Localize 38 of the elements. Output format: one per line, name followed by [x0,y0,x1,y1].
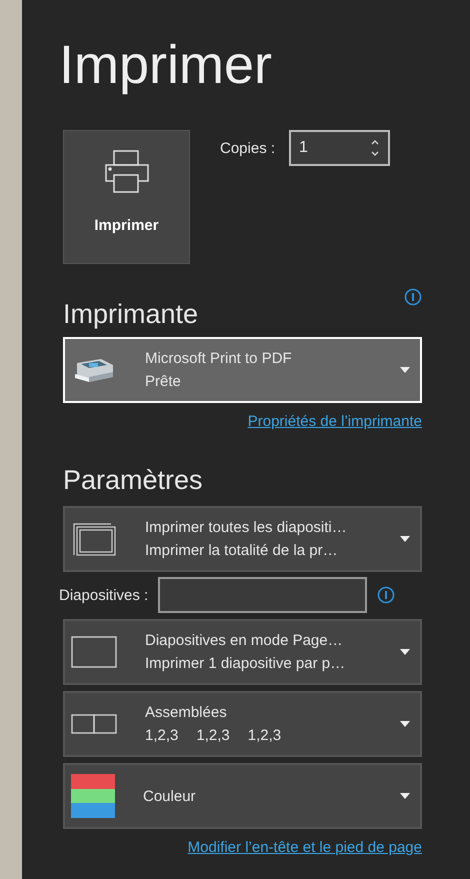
caret-icon [400,649,410,655]
collation-order-text: 1,2,3 [248,727,282,744]
caret-icon [400,721,410,727]
page-title: Imprimer [59,34,273,97]
print-button[interactable]: Imprimer [63,130,190,264]
section-heading: Imprimante [63,298,198,331]
settings-dropdown[interactable]: Imprimer toutes les diapositi… Imprimer la totalité de la pr… [63,506,422,572]
dropdown-text: Assemblées [145,704,228,721]
section-heading: Paramètres [63,464,204,497]
dropdown-text: Imprimer toutes les diapositi… [145,519,348,536]
printer-properties-link[interactable]: Propriétés de l’imprimante [248,413,422,430]
slide-icon [71,636,117,668]
caret-icon [400,367,410,373]
settings-dropdown[interactable]: Couleur [63,763,422,829]
collated-pages-icon [71,714,117,734]
copies-label: Copies : [220,140,276,156]
header-footer-link[interactable]: Modifier l’en-tête et le pied de page [188,839,422,856]
slides-input-field[interactable] [158,577,368,613]
copies-field[interactable]: 1 [289,130,390,166]
dropdown-text: Prête [145,373,182,390]
caret-icon [400,793,410,799]
info-icon[interactable] [377,586,396,604]
dropdown-text: Imprimer la totalité de la pr… [145,542,339,559]
color-icon [71,774,115,818]
slides-label: Diapositives : [59,586,148,604]
printer-dropdown[interactable]: Microsoft Print to PDF Prête [63,337,422,403]
settings-dropdown[interactable]: Assemblées 1,2,3 1,2,3 1,2,3 [63,691,422,757]
settings-dropdown[interactable]: Diapositives en mode Page… Imprimer 1 diapositive par p… [63,619,422,685]
slides-stack-icon [71,521,117,557]
info-icon[interactable] [404,288,422,306]
collation-order-text: 1,2,3 [145,727,178,744]
dropdown-text: Imprimer 1 diapositive par p… [145,655,346,672]
dropdown-text: Couleur [143,788,197,804]
printer-icon [104,149,150,195]
caret-icon [400,536,410,542]
dropdown-text: Microsoft Print to PDF [145,350,293,367]
collation-order-text: 1,2,3 [196,727,230,744]
dropdown-text: Diapositives en mode Page… [145,632,344,649]
